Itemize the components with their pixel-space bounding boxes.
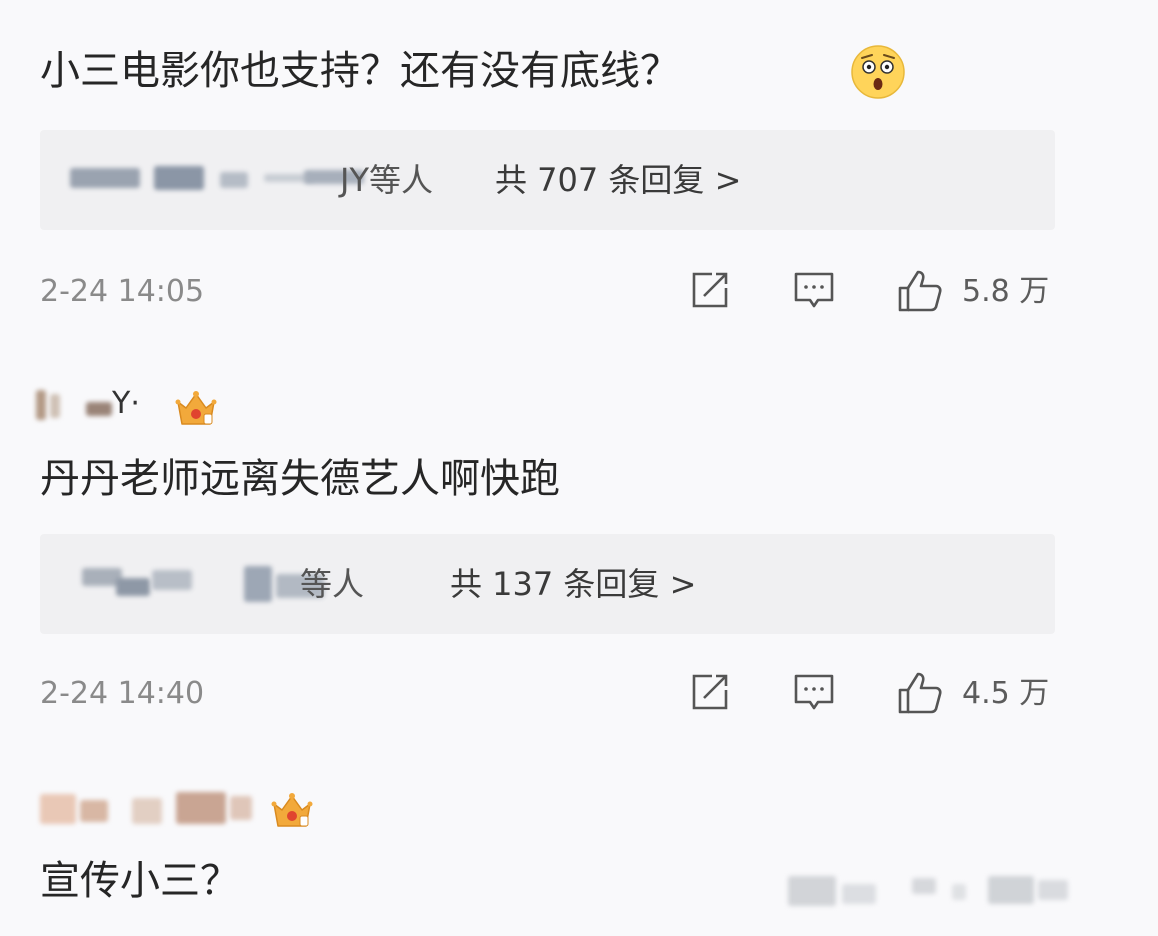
- like-count: 5.8 万: [962, 274, 1050, 309]
- comment-text: 宣传小三？: [40, 858, 240, 904]
- share-icon[interactable]: [688, 268, 732, 312]
- timestamp: 2-24 14:40: [40, 676, 205, 711]
- comment-meta: 2-24 14:40 4.5 万: [40, 668, 1055, 718]
- comment-icon[interactable]: [792, 670, 836, 714]
- share-icon[interactable]: [688, 670, 732, 714]
- comment-meta: 2-24 14:05 5.8 万: [40, 266, 1055, 316]
- crown-icon: [271, 793, 313, 827]
- comment-icon[interactable]: [792, 268, 836, 312]
- astonished-face-emoji: [851, 45, 905, 99]
- replies-preview[interactable]: 等人 共 137 条回复 >: [40, 534, 1055, 634]
- crown-icon: [175, 391, 217, 425]
- replies-names-text: JY等人: [340, 161, 433, 199]
- thumbs-up-icon[interactable]: [896, 268, 944, 314]
- comment-text: 丹丹老师远离失德艺人啊快跑: [40, 456, 560, 502]
- timestamp: 2-24 14:05: [40, 274, 205, 309]
- view-replies-link[interactable]: 共 137 条回复 >: [450, 562, 696, 606]
- watermark: [788, 870, 1088, 920]
- like-count: 4.5 万: [962, 676, 1050, 711]
- replies-names-text: 等人: [300, 565, 365, 603]
- view-replies-link[interactable]: 共 707 条回复 >: [495, 158, 741, 202]
- thumbs-up-icon[interactable]: [896, 670, 944, 716]
- username-text: Y·: [112, 386, 140, 421]
- comment-text: 小三电影你也支持？还有没有底线？: [40, 48, 680, 94]
- replies-preview[interactable]: JY等人 共 707 条回复 >: [40, 130, 1055, 230]
